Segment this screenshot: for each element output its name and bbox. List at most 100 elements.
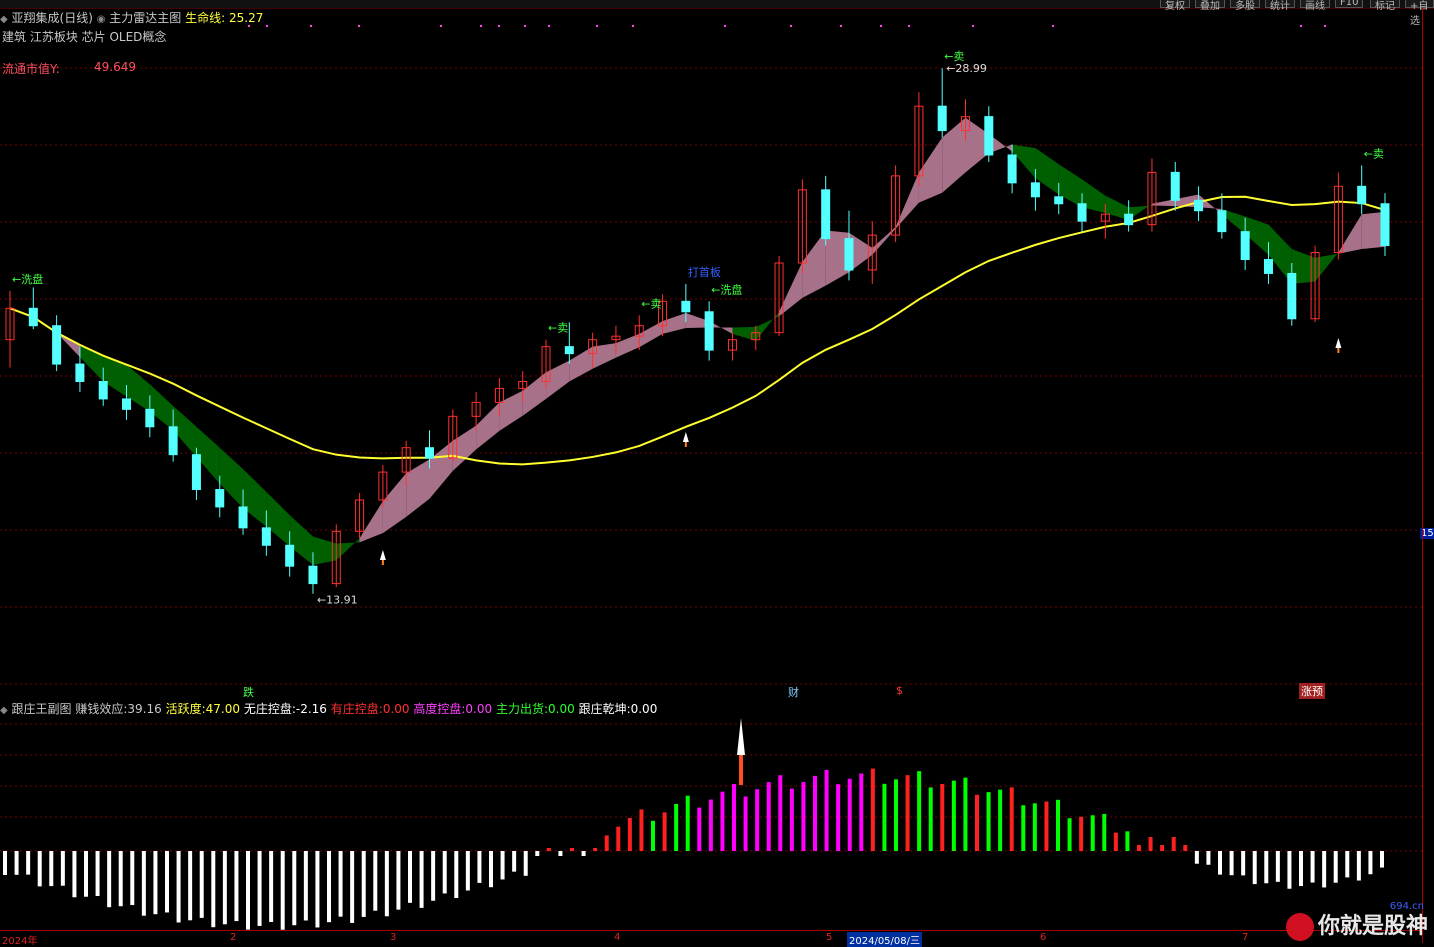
watermark-logo-icon xyxy=(1285,913,1314,941)
indicator-bar xyxy=(651,820,655,851)
signal-dot xyxy=(908,25,910,27)
sector-tags: 建筑 江苏板块 芯片 OLED概念 xyxy=(2,30,167,44)
indicator-bar xyxy=(512,851,517,872)
toolbar-button-2[interactable]: 多股 xyxy=(1230,0,1260,12)
indicator-bar xyxy=(280,851,285,930)
toolbar-button-5[interactable]: F10 xyxy=(1335,0,1364,8)
indicator-bar xyxy=(755,789,760,851)
indicator-bar xyxy=(3,851,7,875)
indicator-name[interactable]: 主力雷达主图 xyxy=(109,11,181,25)
main-out-value: 0.00 xyxy=(548,702,575,716)
event-limit-forecast[interactable]: 涨预 xyxy=(1299,683,1325,699)
indicator-bar xyxy=(165,851,169,913)
indicator-bar xyxy=(1345,851,1350,878)
candle-body xyxy=(704,311,714,351)
life-line-value: 25.27 xyxy=(229,11,264,25)
sub-chart-svg[interactable] xyxy=(0,700,1422,930)
rocket-icon xyxy=(379,550,386,565)
toolbar-button-4[interactable]: 画线 xyxy=(1300,0,1330,12)
indicator-bar xyxy=(477,851,482,883)
indicator-bar xyxy=(14,851,19,875)
event-dollar[interactable]: $ xyxy=(896,684,903,697)
signal-dot xyxy=(358,25,360,27)
candle-body xyxy=(52,325,62,365)
sub-header: ◆ 跟庄王副图 赚钱效应:39.16 活跃度:47.00 无庄控盘:-2.16 … xyxy=(0,700,657,717)
no-banker-label: 无庄控盘: xyxy=(243,702,296,716)
indicator-bar xyxy=(500,851,505,880)
rocket-body xyxy=(379,550,386,560)
signal-dot xyxy=(840,25,842,27)
event-finance[interactable]: 财 xyxy=(788,684,799,700)
main-chart-panel[interactable]: ←28.99 ←13.91 ←洗盘 ←洗盘 ←卖 ←卖 ←卖 ←卖 打首板 xyxy=(0,8,1422,698)
candle xyxy=(1147,158,1157,232)
collapse-icon[interactable]: ◆ xyxy=(0,705,8,716)
signal-label: 打首板 xyxy=(688,265,721,279)
indicator-bar xyxy=(1079,816,1084,851)
signal-dot xyxy=(1324,25,1326,27)
indicator-bar xyxy=(535,851,540,856)
trend-band-segment xyxy=(779,261,803,317)
candle-body xyxy=(308,565,318,585)
indicator-bar xyxy=(84,851,88,897)
trend-band-segment xyxy=(802,230,826,298)
indicator-bar xyxy=(708,799,713,851)
sub-chart-panel[interactable] xyxy=(0,700,1422,930)
candle-body xyxy=(564,346,574,355)
time-label-year: 2024年 xyxy=(2,936,38,947)
indicator-bar xyxy=(118,851,123,907)
collapse-icon[interactable]: ◆ xyxy=(0,14,8,25)
indicator-bar xyxy=(1067,818,1072,851)
toolbar-button-7[interactable]: +自选 xyxy=(1405,0,1434,27)
candle xyxy=(844,210,854,281)
indicator-bar xyxy=(813,775,817,851)
candle xyxy=(1357,165,1367,215)
trend-band-segment xyxy=(452,425,477,471)
indicator-bar xyxy=(778,775,783,851)
candle-body xyxy=(285,544,295,567)
indicator-bar xyxy=(396,851,401,910)
indicator-bar xyxy=(1218,851,1222,875)
candle-body xyxy=(1217,210,1227,233)
earn-label: 赚钱效应: xyxy=(75,702,128,716)
indicator-bar xyxy=(1275,851,1280,882)
trend-band-segment xyxy=(336,538,360,561)
indicator-bar xyxy=(1125,831,1130,851)
indicator-bar xyxy=(732,784,736,851)
main-chart-svg[interactable]: ←28.99←13.91←洗盘←洗盘←卖←卖←卖←卖打首板 xyxy=(0,8,1422,698)
toolbar-button-0[interactable]: 复权 xyxy=(1160,0,1190,12)
indicator-bar xyxy=(720,791,725,851)
right-price-axis[interactable] xyxy=(1422,8,1434,943)
candle-body xyxy=(1054,196,1064,205)
rocket-body xyxy=(682,432,689,442)
watermark-site: 694.cn xyxy=(1389,901,1424,912)
signal-dot xyxy=(724,25,726,27)
toolbar-button-1[interactable]: 叠加 xyxy=(1195,0,1225,12)
indicator-bar xyxy=(338,851,343,917)
indicator-bar xyxy=(292,851,297,926)
indicator-bar xyxy=(95,851,100,897)
indicator-bar xyxy=(1009,787,1014,851)
indicator-bar xyxy=(130,851,135,906)
candle-body xyxy=(1077,203,1087,222)
settings-icon[interactable]: ◉ xyxy=(97,14,106,25)
candle-body xyxy=(28,307,38,327)
toolbar-button-6[interactable]: 标记 xyxy=(1370,0,1400,12)
time-axis[interactable]: 2024年 2 3 4 5 2024/05/08/三 6 7 xyxy=(0,930,1422,947)
time-label-feb: 2 xyxy=(230,932,237,943)
event-fall[interactable]: 跌 xyxy=(243,684,254,700)
time-label-jul: 7 xyxy=(1242,932,1249,943)
indicator-bar xyxy=(986,792,991,851)
candle xyxy=(1124,200,1134,232)
signal-dot xyxy=(266,25,268,27)
indicator-bar xyxy=(627,818,632,851)
candle-body xyxy=(1124,213,1134,226)
indicator-bar xyxy=(662,812,667,851)
high-control-value: 0.00 xyxy=(465,702,493,716)
stock-name[interactable]: 亚翔集成(日线) xyxy=(12,11,93,25)
candle-body xyxy=(681,300,691,313)
float-cap-label: 流通市值Y: xyxy=(2,62,60,76)
indicator-bar xyxy=(604,835,609,851)
sub-indicator-name[interactable]: 跟庄王副图 xyxy=(12,702,72,716)
toolbar-button-3[interactable]: 统计 xyxy=(1265,0,1295,12)
signal-label: ←卖 xyxy=(1364,147,1384,160)
